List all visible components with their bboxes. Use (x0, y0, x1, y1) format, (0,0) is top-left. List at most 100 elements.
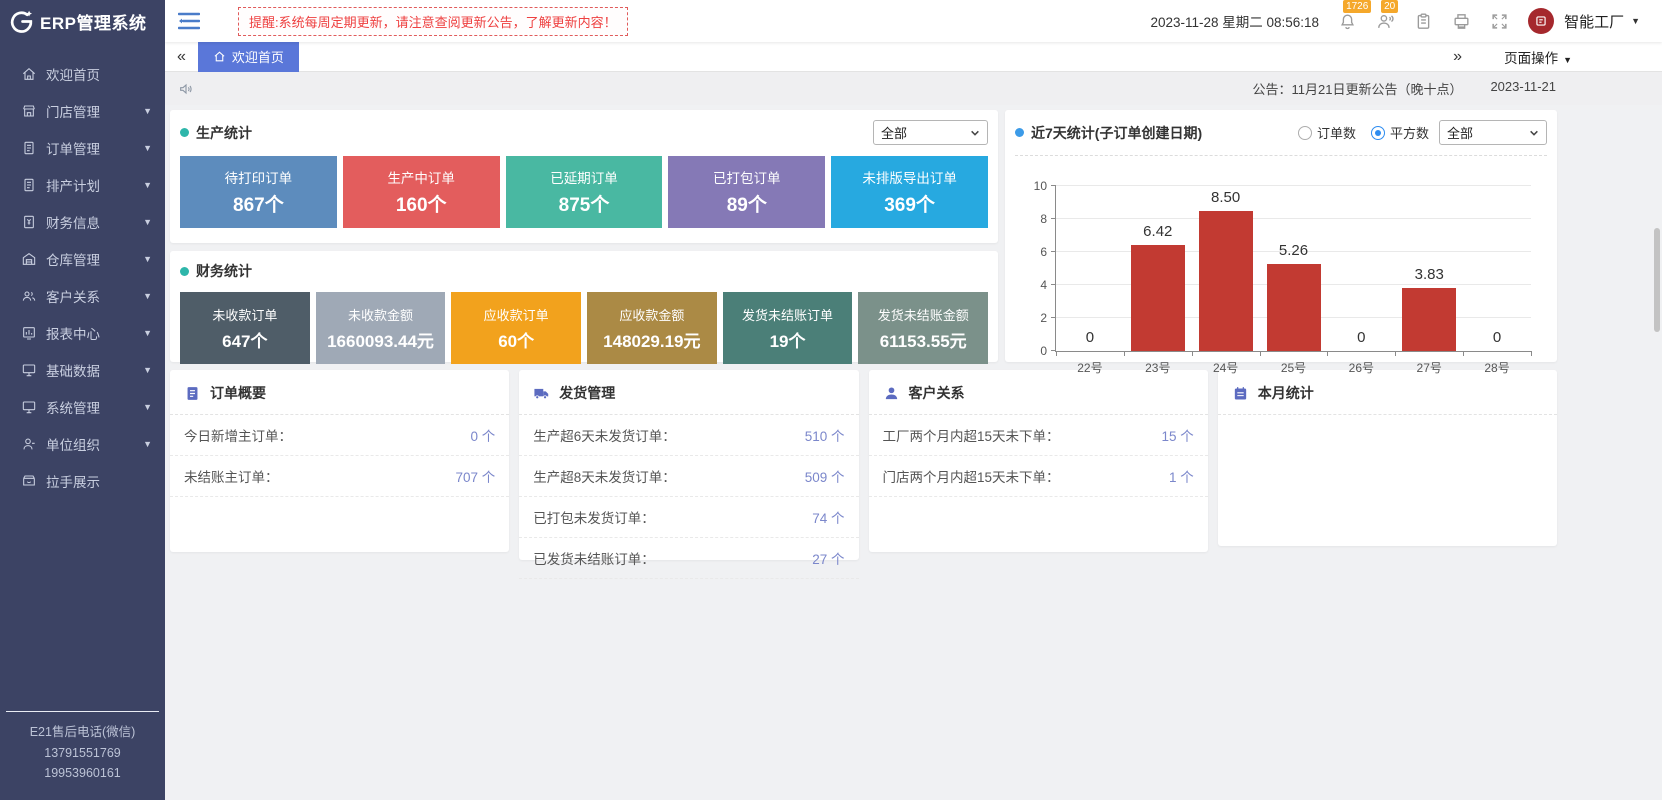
sidebar: ERP管理系统 欢迎首页门店管理▼订单管理▼排产计划▼财务信息▼仓库管理▼客户关… (0, 0, 165, 800)
update-notice: 提醒:系统每周定期更新，请注意查阅更新公告，了解更新内容！ (238, 7, 628, 36)
y-axis-label: 10 (1034, 179, 1047, 193)
shipping-panel-header: 发货管理 (519, 370, 858, 415)
sidebar-item-handle-display[interactable]: 拉手展示 (0, 462, 165, 499)
tab-welcome-home[interactable]: 欢迎首页 (198, 42, 299, 72)
sidebar-footer-divider (6, 711, 159, 712)
sidebar-item-home[interactable]: 欢迎首页 (0, 55, 165, 92)
user-menu-caret-icon[interactable]: ▼ (1631, 16, 1640, 26)
chevron-down-icon: ▼ (143, 217, 152, 227)
page-actions-dropdown[interactable]: 页面操作▼ (1504, 47, 1572, 67)
finance-stat-card[interactable]: 未收款金额1660093.44元 (316, 292, 446, 364)
stat-card-label: 应收款金额 (619, 305, 684, 324)
announcement-text[interactable]: 公告：11月21日更新公告（晚十点） (1252, 79, 1462, 98)
bar-chart: 0246810022号6.4223号8.5024号5.2625号026号3.83… (1055, 186, 1531, 352)
summary-row-label: 已发货未结账订单： (533, 548, 655, 568)
summary-row-value[interactable]: 27 个 (812, 548, 844, 568)
x-axis-category-label: 27号 (1417, 359, 1442, 376)
chart-bar[interactable] (1402, 288, 1456, 351)
section-dot (1015, 128, 1024, 137)
chart-bar-value: 8.50 (1211, 189, 1240, 206)
summary-row-value[interactable]: 74 个 (812, 507, 844, 527)
radio-order-count-icon (1298, 126, 1312, 140)
sidebar-item-warehouse[interactable]: 仓库管理▼ (0, 240, 165, 277)
scrollbar-thumb[interactable] (1654, 228, 1660, 332)
sidebar-item-stores[interactable]: 门店管理▼ (0, 92, 165, 129)
report-icon (21, 325, 37, 341)
sidebar-footer: E21售后电话(微信) 13791551769 19953960161 (0, 711, 165, 800)
production-stat-card[interactable]: 待打印订单867个 (180, 156, 337, 228)
chevron-down-icon: ▼ (143, 365, 152, 375)
summary-row: 今日新增主订单： 0 个 (170, 415, 509, 456)
fullscreen-icon[interactable] (1490, 12, 1509, 31)
chart-filter-select[interactable]: 全部 (1439, 120, 1547, 145)
clipboard-icon[interactable] (1414, 12, 1433, 31)
sidebar-item-scheduling[interactable]: 排产计划▼ (0, 166, 165, 203)
sidebar-item-label: 欢迎首页 (46, 64, 100, 84)
summary-row-value[interactable]: 510 个 (805, 425, 845, 445)
summary-row-value[interactable]: 1 个 (1169, 466, 1194, 486)
section-dot (180, 128, 189, 137)
people-icon (21, 288, 37, 304)
production-stat-card[interactable]: 已延期订单875个 (506, 156, 663, 228)
x-axis-category-label: 26号 (1349, 359, 1374, 376)
chart-bar[interactable] (1199, 211, 1253, 351)
bell-icon[interactable]: 1726 (1338, 12, 1357, 31)
chevron-down-icon: ▼ (143, 439, 152, 449)
summary-row-label: 今日新增主订单： (184, 425, 292, 445)
sidebar-item-finance-info[interactable]: 财务信息▼ (0, 203, 165, 240)
speaker-icon[interactable] (178, 81, 194, 97)
stat-card-value: 60个 (498, 327, 534, 352)
x-axis-tick (1260, 351, 1261, 356)
sidebar-item-base-data[interactable]: 基础数据▼ (0, 351, 165, 388)
messages-badge: 20 (1381, 0, 1398, 13)
sidebar-item-reports[interactable]: 报表中心▼ (0, 314, 165, 351)
sidebar-item-orders[interactable]: 订单管理▼ (0, 129, 165, 166)
sidebar-item-customers[interactable]: 客户关系▼ (0, 277, 165, 314)
summary-row-label: 未结账主订单： (184, 466, 279, 486)
x-axis-category-label: 28号 (1484, 359, 1509, 376)
messages-icon[interactable]: 20 (1376, 12, 1395, 31)
summary-row-value[interactable]: 509 个 (805, 466, 845, 486)
radio-order-count[interactable]: 订单数 (1298, 123, 1356, 142)
tabs-scroll-right-icon[interactable]: » (1441, 48, 1474, 66)
stat-card-label: 未排版导出订单 (862, 167, 957, 187)
chevron-down-icon: ▼ (143, 143, 152, 153)
radio-square-count[interactable]: 平方数 (1371, 123, 1429, 142)
production-filter-select[interactable]: 全部 (873, 120, 988, 145)
x-axis-tick (1327, 351, 1328, 356)
menu-collapse-icon[interactable] (178, 12, 200, 30)
production-stat-card[interactable]: 生产中订单160个 (343, 156, 500, 228)
summary-row-value[interactable]: 0 个 (470, 425, 495, 445)
sidebar-item-label: 系统管理 (46, 397, 100, 417)
radio-label: 平方数 (1390, 123, 1429, 142)
stat-card-value: 647个 (222, 327, 267, 352)
production-stat-card[interactable]: 未排版导出订单369个 (831, 156, 988, 228)
sidebar-item-org-units[interactable]: 单位组织▼ (0, 425, 165, 462)
main-content: 生产统计 全部 待打印订单867个生产中订单160个已延期订单875个已打包订单… (170, 110, 1557, 560)
finance-stat-card[interactable]: 未收款订单647个 (180, 292, 310, 364)
support-phone-2: 19953960161 (0, 763, 165, 784)
home-icon (21, 66, 37, 82)
sidebar-item-system[interactable]: 系统管理▼ (0, 388, 165, 425)
chart-bar[interactable] (1267, 264, 1321, 351)
production-stat-card[interactable]: 已打包订单89个 (668, 156, 825, 228)
tabs-scroll-left-icon[interactable]: « (165, 48, 198, 66)
chart-bar-value: 0 (1357, 329, 1365, 346)
finance-stat-card[interactable]: 发货未结账金额61153.55元 (858, 292, 988, 364)
monitor-icon (21, 399, 37, 415)
print-icon[interactable] (1452, 12, 1471, 31)
shipping-panel: 发货管理生产超6天未发货订单：510 个生产超8天未发货订单：509 个已打包未… (519, 370, 858, 560)
summary-row: 门店两个月内超15天未下单：1 个 (869, 456, 1208, 497)
chart-bar[interactable] (1131, 245, 1185, 351)
summary-row-value[interactable]: 15 个 (1161, 425, 1193, 445)
user-name[interactable]: 智能工厂 (1564, 11, 1624, 32)
finance-stat-card[interactable]: 应收款订单60个 (451, 292, 581, 364)
finance-stat-card[interactable]: 发货未结账订单19个 (723, 292, 853, 364)
order-summary-panel-header: 订单概要 (170, 370, 509, 415)
finance-stat-card[interactable]: 应收款金额148029.19元 (587, 292, 717, 364)
user-avatar[interactable] (1528, 8, 1554, 34)
stat-card-value: 19个 (770, 327, 806, 352)
support-phone-title: E21售后电话(微信) (0, 722, 165, 743)
summary-row-value[interactable]: 707 个 (455, 466, 495, 486)
announcement-bar: 公告：11月21日更新公告（晚十点） 2023-11-21 (165, 72, 1662, 105)
